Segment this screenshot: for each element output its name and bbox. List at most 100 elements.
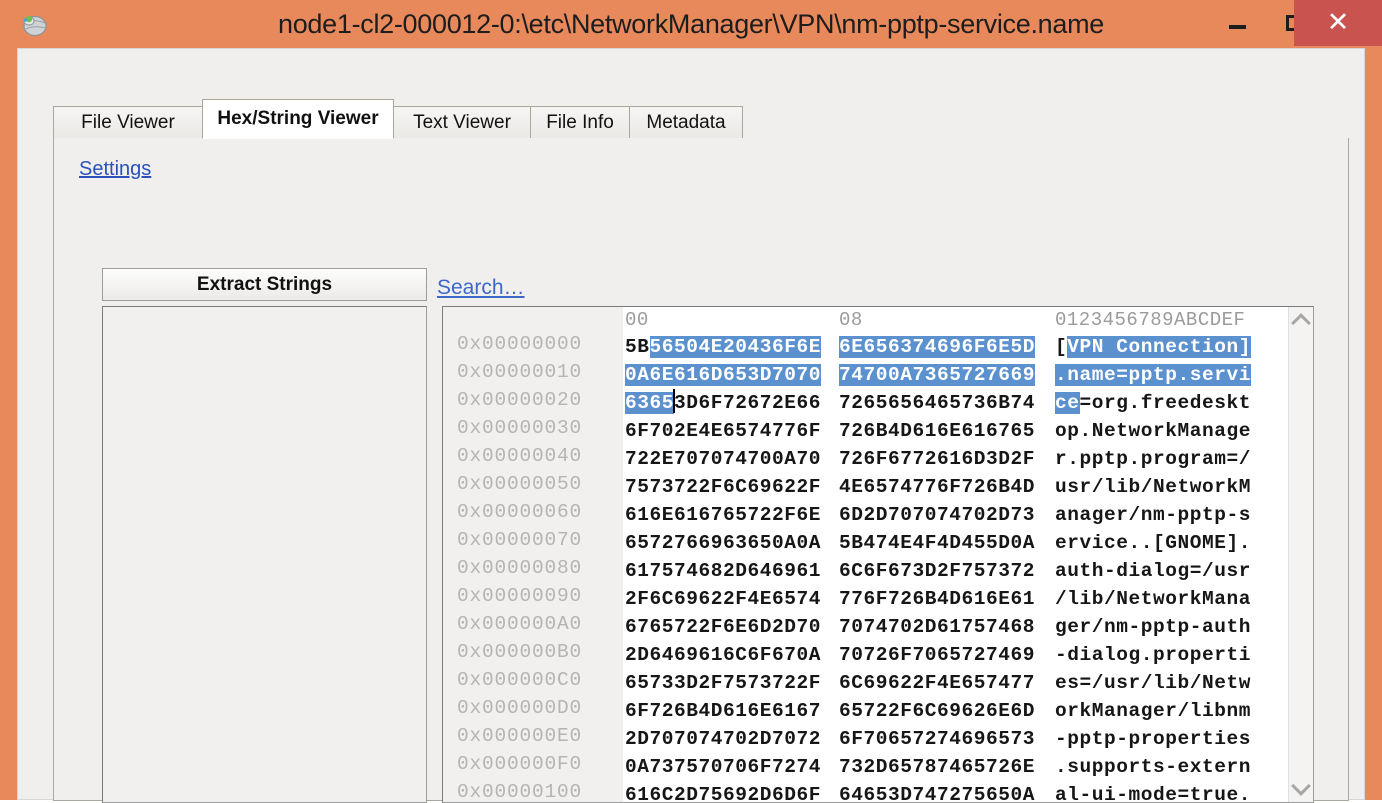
tab-file-info[interactable]: File Info bbox=[530, 106, 630, 138]
hex-row[interactable]: 6765722F6E6D2D70 7074702D61757468 ger/nm-p… bbox=[623, 613, 1288, 641]
hex-row[interactable]: 616C2D75692D6D6F 64653D747275650A al-ui-mo… bbox=[623, 781, 1288, 802]
hex-group-0[interactable]: 0A737570706F7274 bbox=[625, 753, 821, 781]
hex-group-1[interactable]: 776F726B4D616E61 bbox=[839, 585, 1035, 613]
hex-group-1[interactable]: 5B474E4F4D455D0A bbox=[839, 529, 1035, 557]
plain-text: usr/lib/NetworkM bbox=[1055, 476, 1252, 498]
ascii-group[interactable]: [VPN Connection] bbox=[1055, 333, 1252, 361]
hex-group-1[interactable]: 732D65787465726E bbox=[839, 753, 1035, 781]
hex-group-1[interactable]: 65722F6C69626E6D bbox=[839, 697, 1035, 725]
hex-row[interactable]: 2F6C69622F4E6574 776F726B4D616E61/lib/Net… bbox=[623, 585, 1288, 613]
hex-group-0[interactable]: 617574682D646961 bbox=[625, 557, 821, 585]
hex-row[interactable]: 63653D6F72672E66 7265656465736B74 ce=org.f… bbox=[623, 389, 1288, 417]
hex-group-0[interactable]: 65733D2F7573722F bbox=[625, 669, 821, 697]
minimize-button[interactable] bbox=[1208, 0, 1266, 46]
offset-label: 0x00000010 bbox=[457, 361, 583, 383]
hex-group-1[interactable]: 726B4D616E616765 bbox=[839, 417, 1035, 445]
hex-group-0[interactable]: 63653D6F72672E66 bbox=[625, 389, 821, 417]
ascii-group[interactable]: al-ui-mode=true. bbox=[1055, 781, 1251, 802]
hex-row[interactable]: 0A6E616D653D7070 74700A7365727669 .name=pp… bbox=[623, 361, 1288, 389]
hex-group-0[interactable]: 6F702E4E6574776F bbox=[625, 417, 821, 445]
hex-group-0[interactable]: 2D707074702D7072 bbox=[625, 725, 821, 753]
close-button[interactable]: ✕ bbox=[1294, 0, 1382, 46]
chevron-up-icon[interactable] bbox=[1289, 309, 1313, 333]
selected-text: 56504E20436F6E bbox=[649, 336, 822, 358]
ascii-group[interactable]: auth-dialog=/usr bbox=[1055, 557, 1251, 585]
hex-group-0[interactable]: 6572766963650A0A bbox=[625, 529, 821, 557]
plain-text: 2D707074702D7072 bbox=[625, 728, 822, 750]
ascii-group[interactable]: r.pptp.program=/ bbox=[1055, 445, 1251, 473]
hex-group-1[interactable]: 70726F7065727469 bbox=[839, 641, 1035, 669]
hex-row[interactable]: 2D707074702D7072 6F70657274696573 -pptp-pr… bbox=[623, 725, 1288, 753]
hex-group-0[interactable]: 6F726B4D616E6167 bbox=[625, 697, 821, 725]
plain-text: 732D65787465726E bbox=[839, 756, 1036, 778]
tab-file-viewer[interactable]: File Viewer bbox=[53, 106, 203, 138]
ascii-group[interactable]: ervice..[GNOME]. bbox=[1055, 529, 1251, 557]
hex-group-0[interactable]: 616C2D75692D6D6F bbox=[625, 781, 821, 802]
ascii-group[interactable]: ce=org.freedeskt bbox=[1055, 389, 1251, 417]
hex-viewer-panel[interactable]: 0x00000000 0x00000010 0x00000020 0x00000030… bbox=[442, 306, 1314, 803]
plain-text: 2F6C69622F4E6574 bbox=[625, 588, 822, 610]
title-bar[interactable]: node1-cl2-000012-0:\etc\NetworkManager\V… bbox=[0, 0, 1382, 48]
offset-row: 0x000000C0 bbox=[443, 669, 623, 697]
hex-group-0[interactable]: 5B56504E20436F6E bbox=[625, 333, 822, 361]
ascii-group[interactable]: anager/nm-pptp-s bbox=[1055, 501, 1251, 529]
hex-vertical-scrollbar[interactable] bbox=[1288, 307, 1313, 802]
hex-group-1[interactable]: 6C6F673D2F757372 bbox=[839, 557, 1035, 585]
hex-row[interactable]: 6F702E4E6574776F 726B4D616E616765 op.Netwo… bbox=[623, 417, 1288, 445]
hex-group-1[interactable]: 726F6772616D3D2F bbox=[839, 445, 1035, 473]
plain-text: 6C69622F4E657477 bbox=[839, 672, 1036, 694]
ascii-group[interactable]: orkManager/libnm bbox=[1055, 697, 1251, 725]
ascii-group[interactable]: -pptp-properties bbox=[1055, 725, 1251, 753]
settings-link[interactable]: Settings bbox=[79, 158, 151, 181]
hex-row[interactable]: 722E707074700A70 726F6772616D3D2F r.pptp.p… bbox=[623, 445, 1288, 473]
hex-group-0[interactable]: 0A6E616D653D7070 bbox=[625, 361, 822, 389]
hex-row[interactable]: 0A737570706F7274 732D65787465726E .support… bbox=[623, 753, 1288, 781]
hex-group-0[interactable]: 6765722F6E6D2D70 bbox=[625, 613, 821, 641]
hex-group-1[interactable]: 6C69622F4E657477 bbox=[839, 669, 1035, 697]
offset-row: 0x000000F0 bbox=[443, 753, 623, 781]
ascii-group[interactable]: /lib/NetworkMana bbox=[1055, 585, 1251, 613]
ascii-group[interactable]: .supports-extern bbox=[1055, 753, 1251, 781]
hex-group-1[interactable]: 7074702D61757468 bbox=[839, 613, 1035, 641]
tab-page-hex-string-viewer: Settings Extract Strings Search… 0x00000… bbox=[53, 138, 1349, 803]
hex-group-0[interactable]: 722E707074700A70 bbox=[625, 445, 821, 473]
plain-text: 5B474E4F4D455D0A bbox=[839, 532, 1036, 554]
tab-text-viewer[interactable]: Text Viewer bbox=[393, 106, 531, 138]
hex-row[interactable]: 2D6469616C6F670A 70726F7065727469 -dialog.… bbox=[623, 641, 1288, 669]
ascii-group[interactable]: -dialog.properti bbox=[1055, 641, 1251, 669]
ascii-group[interactable]: op.NetworkManage bbox=[1055, 417, 1251, 445]
hex-row[interactable]: 5B56504E20436F6E 6E656374696F6E5D [VPN Con… bbox=[623, 333, 1288, 361]
hex-row[interactable]: 6572766963650A0A 5B474E4F4D455D0A ervice..… bbox=[623, 529, 1288, 557]
hex-group-0[interactable]: 2F6C69622F4E6574 bbox=[625, 585, 821, 613]
hex-group-1[interactable]: 4E6574776F726B4D bbox=[839, 473, 1035, 501]
plain-text: 6F726B4D616E6167 bbox=[625, 700, 822, 722]
ascii-group[interactable]: ger/nm-pptp-auth bbox=[1055, 613, 1251, 641]
hex-group-1[interactable]: 74700A7365727669 bbox=[839, 361, 1036, 389]
hex-group-0[interactable]: 2D6469616C6F670A bbox=[625, 641, 821, 669]
offset-row: 0x000000A0 bbox=[443, 613, 623, 641]
ascii-group[interactable]: .name=pptp.servi bbox=[1055, 361, 1252, 389]
hex-row[interactable]: 6F726B4D616E6167 65722F6C69626E6D orkManag… bbox=[623, 697, 1288, 725]
hex-group-1[interactable]: 6F70657274696573 bbox=[839, 725, 1035, 753]
hex-group-1[interactable]: 64653D747275650A bbox=[839, 781, 1035, 802]
plain-text: -pptp-properties bbox=[1055, 728, 1252, 750]
hex-row[interactable]: 7573722F6C69622F 4E6574776F726B4D usr/lib/… bbox=[623, 473, 1288, 501]
offset-label: 0x00000100 bbox=[457, 781, 583, 802]
hex-row[interactable]: 65733D2F7573722F 6C69622F4E657477 es=/usr/… bbox=[623, 669, 1288, 697]
hex-group-1[interactable]: 7265656465736B74 bbox=[839, 389, 1035, 417]
extracted-strings-list[interactable] bbox=[102, 306, 427, 803]
extract-strings-button[interactable]: Extract Strings bbox=[102, 268, 427, 301]
tab-hex-string-viewer[interactable]: Hex/String Viewer bbox=[202, 99, 394, 139]
hex-row[interactable]: 616E616765722F6E 6D2D707074702D73 anager/n… bbox=[623, 501, 1288, 529]
search-link[interactable]: Search… bbox=[437, 276, 525, 300]
hex-column-headers: 00 08 0123456789ABCDEF bbox=[623, 307, 1288, 333]
hex-group-0[interactable]: 7573722F6C69622F bbox=[625, 473, 821, 501]
hex-group-0[interactable]: 616E616765722F6E bbox=[625, 501, 821, 529]
tab-metadata[interactable]: Metadata bbox=[629, 106, 743, 138]
hex-row[interactable]: 617574682D646961 6C6F673D2F757372 auth-dia… bbox=[623, 557, 1288, 585]
hex-group-1[interactable]: 6E656374696F6E5D bbox=[839, 333, 1036, 361]
ascii-group[interactable]: usr/lib/NetworkM bbox=[1055, 473, 1251, 501]
ascii-group[interactable]: es=/usr/lib/Netw bbox=[1055, 669, 1251, 697]
hex-group-1[interactable]: 6D2D707074702D73 bbox=[839, 501, 1035, 529]
chevron-down-icon[interactable] bbox=[1289, 776, 1313, 800]
